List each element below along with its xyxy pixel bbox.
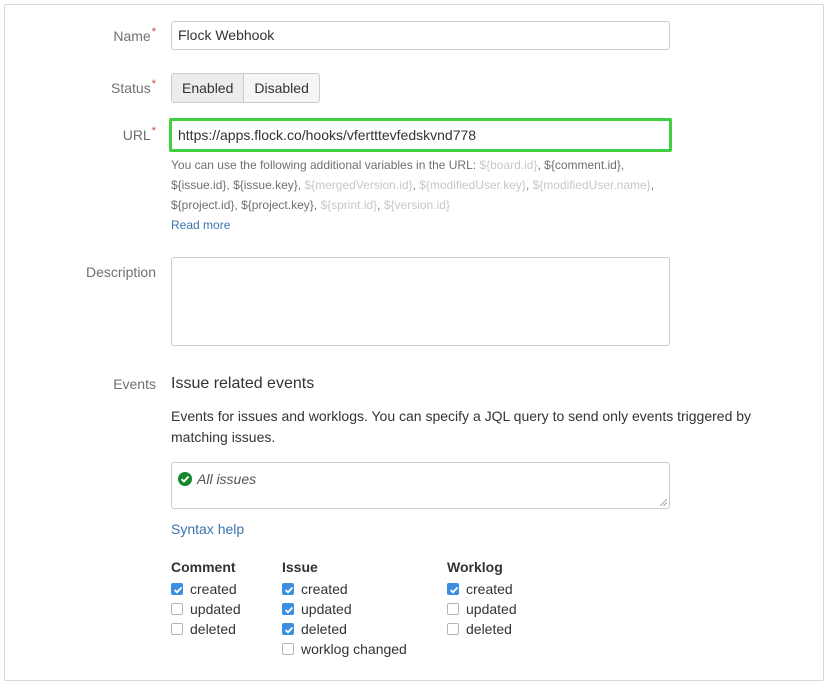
description-textarea[interactable] [171,257,670,346]
status-disabled-button[interactable]: Disabled [244,73,320,103]
checkbox-checked-icon[interactable] [282,603,294,615]
event-group-title: Worklog [447,559,503,575]
events-label: Events [113,376,156,392]
name-label: Name* [6,26,156,44]
syntax-help-link[interactable]: Syntax help [171,521,244,537]
issue-events-title: Issue related events [171,375,315,392]
checkbox-unchecked-icon[interactable] [171,603,183,615]
description-label: Description [85,264,156,280]
url-help-text: You can use the following additional var… [171,155,671,235]
checkbox-unchecked-icon[interactable] [171,623,183,635]
url-variable: ${board.id} [479,158,538,172]
issue-events-description: Events for issues and worklogs. You can … [171,408,752,445]
event-checkbox-row[interactable]: created [282,579,407,599]
event-checkbox-row[interactable]: deleted [171,619,241,639]
variable-separator: , [620,158,625,172]
event-checkbox-row[interactable]: worklog changed [282,639,407,659]
url-variable: ${project.key} [241,198,314,212]
checkbox-unchecked-icon[interactable] [282,643,294,655]
status-toggle: Enabled Disabled [171,73,320,103]
event-group-title: Issue [282,559,318,575]
check-circle-icon [178,472,192,486]
required-mark: * [151,78,156,90]
checkbox-unchecked-icon[interactable] [447,623,459,635]
url-variable: ${comment.id} [544,158,621,172]
event-checkbox-row[interactable]: updated [171,599,241,619]
event-checkbox-label: worklog changed [301,641,407,657]
status-label: Status* [6,78,156,96]
status-label-text: Status [111,80,151,96]
url-input[interactable]: https://apps.flock.co/hooks/vfertttevfed… [169,118,672,152]
url-label-text: URL [122,127,151,143]
url-variable: ${issue.id} [171,178,227,192]
url-variable: ${modifiedUser.name} [532,178,651,192]
jql-query-field[interactable]: All issues [171,462,670,509]
status-enabled-button[interactable]: Enabled [171,73,245,103]
url-variable: ${project.id} [171,198,235,212]
checkbox-unchecked-icon[interactable] [447,603,459,615]
event-checkbox-label: updated [466,601,517,617]
event-checkbox-row[interactable]: created [447,579,517,599]
event-checkbox-row[interactable]: updated [282,599,407,619]
event-checkbox-row[interactable]: created [171,579,241,599]
checkbox-checked-icon[interactable] [447,583,459,595]
event-checkbox-row[interactable]: updated [447,599,517,619]
resize-handle-icon[interactable] [660,499,667,506]
variable-separator: , [377,198,384,212]
event-checkbox-label: updated [301,601,352,617]
event-checkbox-label: deleted [301,621,347,637]
read-more-link[interactable]: Read more [171,218,230,232]
url-variable: ${mergedVersion.id} [304,178,413,192]
url-variable: ${issue.key} [233,178,298,192]
worklog-events-group: Worklog created updated deleted [447,559,517,639]
checkbox-checked-icon[interactable] [282,623,294,635]
event-checkbox-label: deleted [190,621,236,637]
event-checkbox-label: deleted [466,621,512,637]
name-label-text: Name [113,28,151,44]
event-checkbox-label: created [190,581,237,597]
url-variable: ${version.id} [383,198,450,212]
url-variable: ${sprint.id} [320,198,378,212]
variable-separator: , [525,178,533,192]
url-variable: ${modifiedUser.key} [419,178,526,192]
checkbox-checked-icon[interactable] [171,583,183,595]
issue-events-group: Issue created updated deleted worklog change… [282,559,407,659]
variable-separator: , [650,178,655,192]
event-checkbox-label: created [301,581,348,597]
comment-events-group: Comment created updated deleted [171,559,241,639]
event-checkbox-row[interactable]: deleted [282,619,407,639]
name-input[interactable]: Flock Webhook [171,21,670,50]
event-checkbox-label: created [466,581,513,597]
required-mark: * [151,125,156,137]
event-checkbox-label: updated [190,601,241,617]
event-group-title: Comment [171,559,236,575]
url-help-intro: You can use the following additional var… [171,158,480,172]
url-label: URL* [6,125,156,143]
jql-query-value: All issues [197,471,257,487]
required-mark: * [151,26,156,38]
event-checkbox-row[interactable]: deleted [447,619,517,639]
checkbox-checked-icon[interactable] [282,583,294,595]
